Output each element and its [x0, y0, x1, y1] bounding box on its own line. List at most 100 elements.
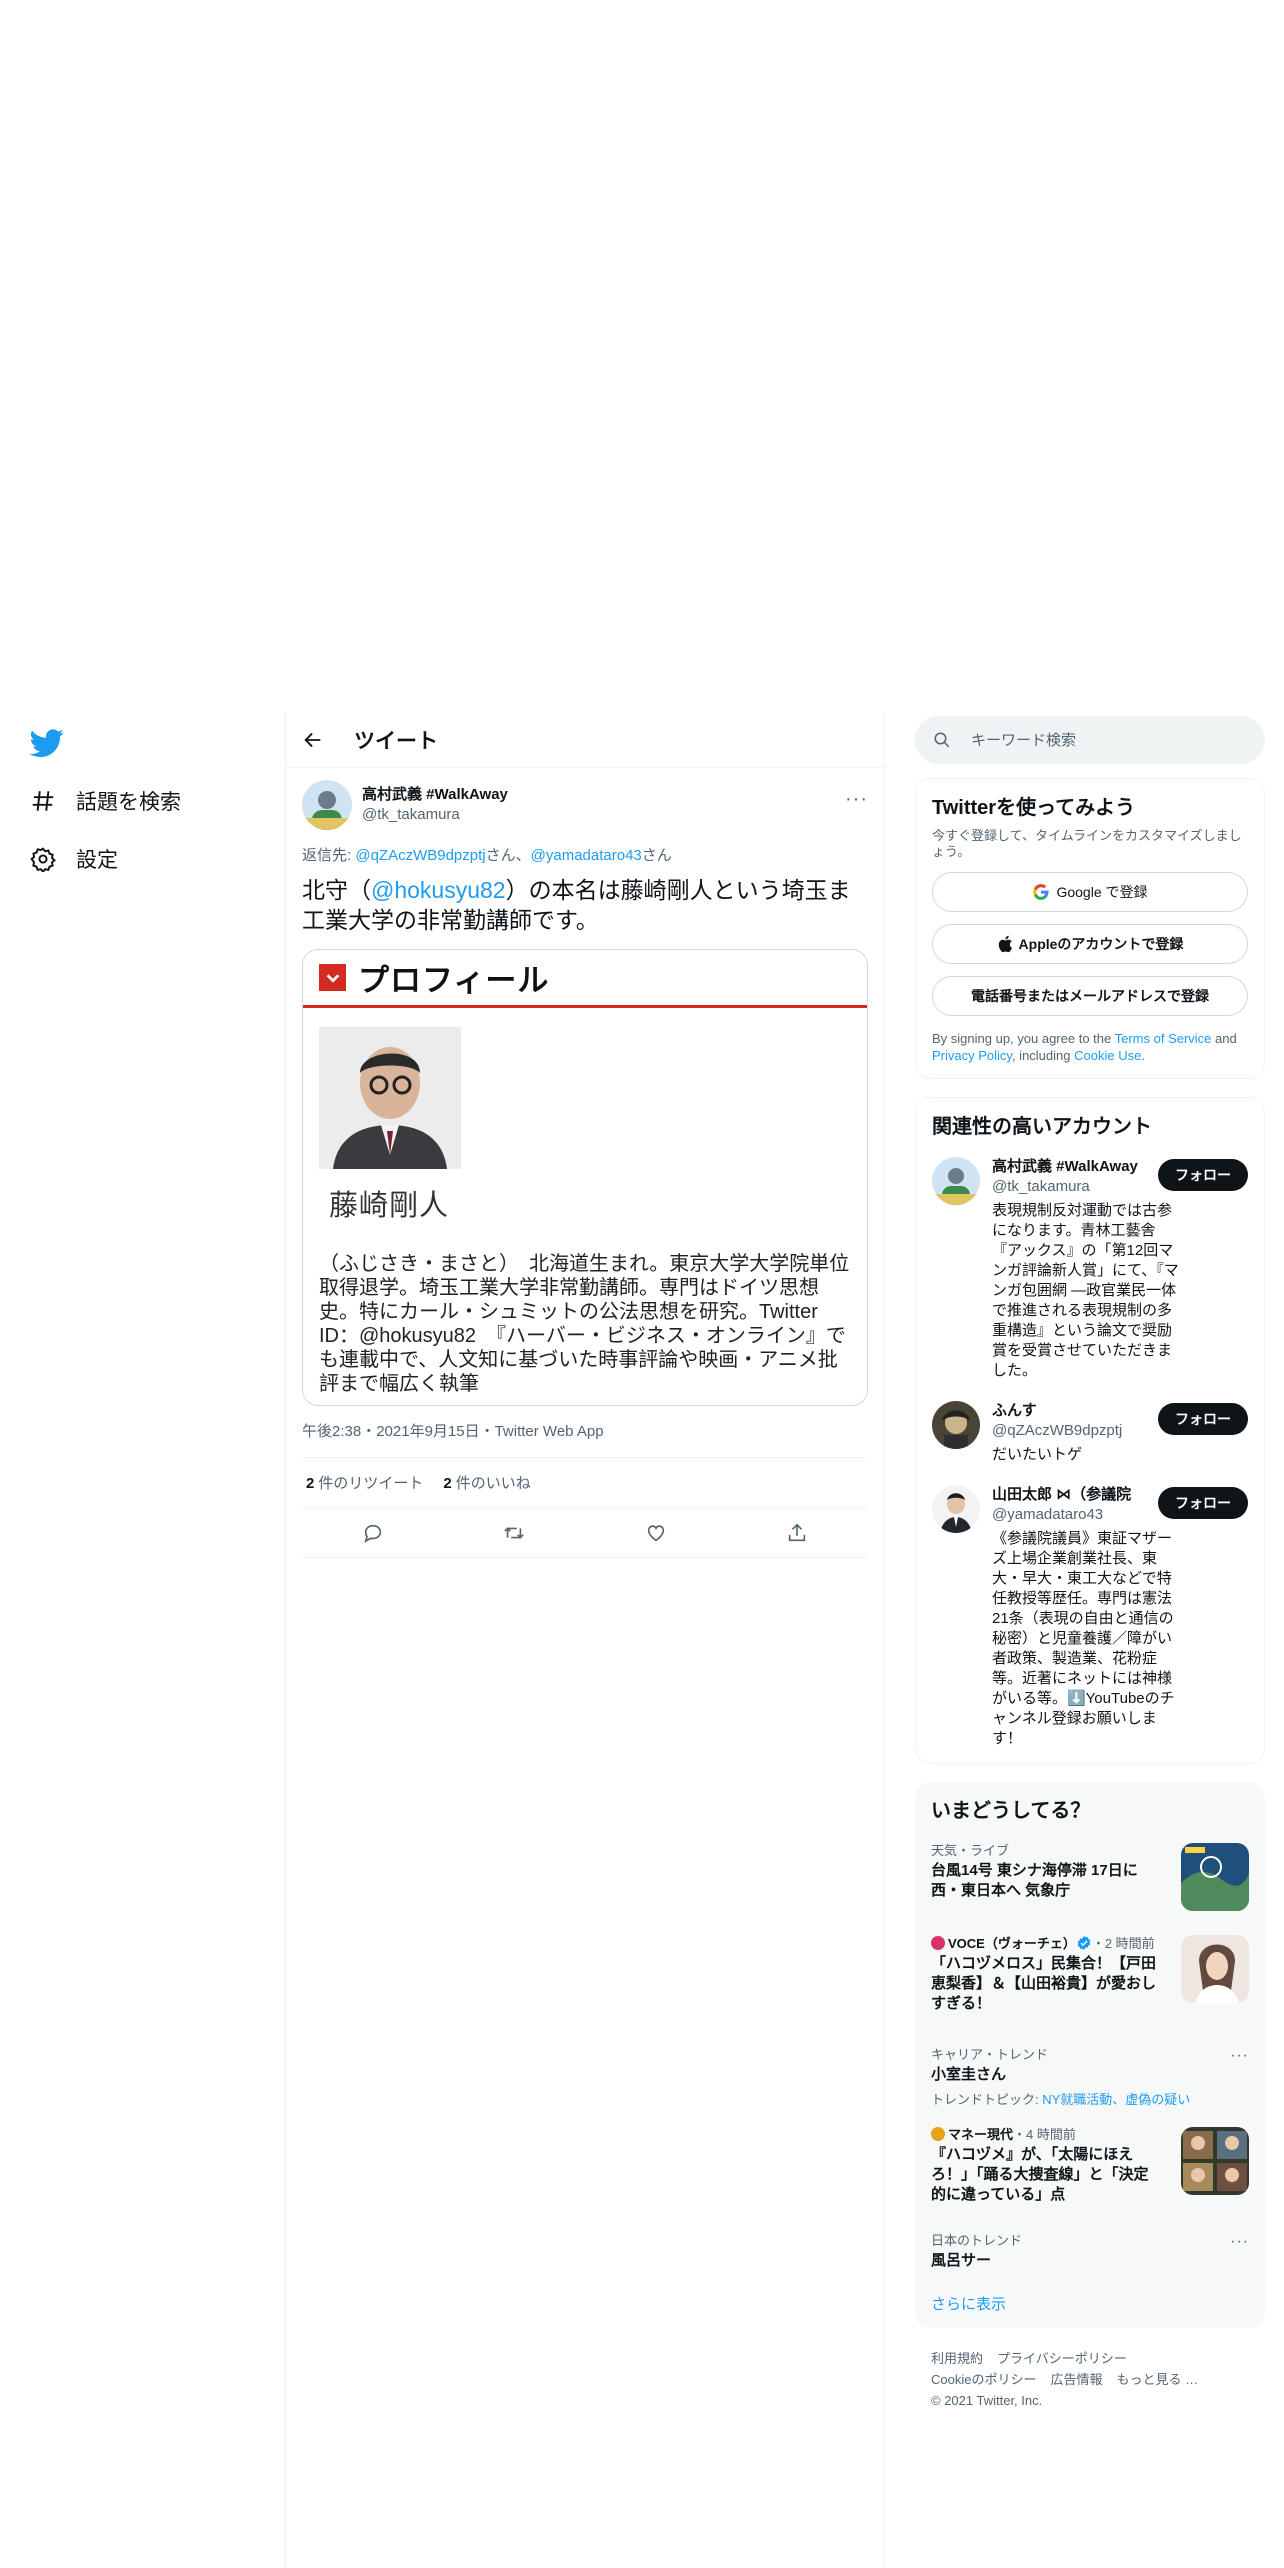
trend-item[interactable]: VOCE（ヴォーチェ） ・2 時間前 「ハコヅメロス」民集合！【戸田恵梨香】＆【山… — [915, 1935, 1265, 2025]
trend-item[interactable]: マネー現代・4 時間前 『ハコヅメ』が、「太陽にほえろ！」「踊る大捜査線」と「決… — [915, 2127, 1265, 2215]
trend-source: マネー現代 — [948, 2127, 1014, 2142]
account-bio: 《参議院議員》東証マザーズ上場企業創業社長、東大・早大・東工大などで特任教授等歴… — [992, 1530, 1175, 1747]
trend-topic-link[interactable]: NY就職活動、虚偽の疑い — [1042, 2092, 1190, 2107]
account-item[interactable]: 山田太郎 ⋈（参議院 @yamadataro43 《参議院議員》東証マザーズ上場… — [932, 1485, 1248, 1749]
account-bio: だいたいトゲ — [992, 1446, 1083, 1463]
account-name: 山田太郎 ⋈（参議院 — [992, 1485, 1182, 1505]
terms-link[interactable]: Terms of Service — [1115, 1031, 1212, 1046]
tweet-actions — [302, 1508, 868, 1558]
follow-button[interactable]: フォロー — [1158, 1487, 1248, 1519]
retweets-stat[interactable]: 2 件のリツイート — [306, 1472, 423, 1493]
nav-explore[interactable]: 話題を検索 — [30, 781, 181, 821]
privacy-link[interactable]: Privacy Policy — [932, 1048, 1012, 1063]
reply-prefix: 返信先: — [302, 847, 356, 864]
account-item[interactable]: 高村武義 #WalkAway @tk_takamura 表現規制反対運動では古参… — [932, 1157, 1248, 1381]
search-input[interactable] — [971, 731, 1231, 749]
footer-ads-link[interactable]: 広告情報 — [1050, 2372, 1102, 2387]
trend-item[interactable]: 天気・ライブ 台風14号 東シナ海停滞 17日に西・東日本へ 気象庁 — [915, 1843, 1265, 1913]
apple-signup-label: Appleのアカウントで登録 — [1018, 936, 1184, 952]
verified-icon — [1076, 1935, 1092, 1951]
tweet-detail: ツイート 高村武義 #WalkAway @tk_takamura ··· 返信先… — [286, 712, 884, 1558]
reply-mention-link[interactable]: @qZAczWB9dpzptj — [355, 847, 485, 864]
trend-topic-prefix: トレンドトピック: — [931, 2092, 1043, 2107]
nav-settings-label: 設定 — [76, 849, 118, 872]
trend-thumbnail — [1181, 1843, 1249, 1911]
signup-panel: Twitterを使ってみよう 今すぐ登録して、タイムラインをカスタマイズしましょ… — [915, 778, 1265, 1079]
trend-time: ・4 時間前 — [1013, 2127, 1076, 2142]
likes-stat[interactable]: 2 件のいいね — [443, 1472, 530, 1493]
apple-signup-button[interactable]: Appleのアカウントで登録 — [932, 924, 1248, 964]
trend-time: ・2 時間前 — [1091, 1936, 1155, 1951]
reply-suffix: さん — [641, 847, 672, 864]
google-signup-label: Google で登録 — [1056, 884, 1148, 900]
trends-panel: いまどうしてる？ 天気・ライブ 台風14号 東シナ海停滞 17日に西・東日本へ … — [915, 1782, 1265, 2328]
footer-more-link[interactable]: もっと見る … — [1116, 2372, 1198, 2387]
copyright: © 2021 Twitter, Inc. — [931, 2393, 1043, 2408]
like-icon[interactable] — [645, 1522, 667, 1544]
mention-link[interactable]: @hokusyu82 — [371, 877, 506, 903]
search-box[interactable] — [915, 716, 1265, 764]
page-header: ツイート — [286, 712, 884, 768]
more-icon[interactable]: ··· — [1230, 2233, 1249, 2251]
footer-terms-link[interactable]: 利用規約 — [931, 2351, 983, 2366]
legal-text: By signing up, you agree to the — [932, 1031, 1115, 1046]
search-icon — [933, 731, 951, 749]
source-logo-icon — [931, 1936, 945, 1950]
google-icon — [1032, 883, 1050, 901]
tweet-image[interactable]: プロフィール 藤崎剛人 （ふじさき・まさと） 北海道生まれ。東京大学大学院単位取… — [302, 949, 868, 1406]
divider — [884, 712, 885, 2568]
google-signup-button[interactable]: Google で登録 — [932, 872, 1248, 912]
more-icon[interactable]: ··· — [845, 788, 868, 811]
reply-mention-link[interactable]: @yamadataro43 — [531, 847, 642, 864]
profile-header: プロフィール — [303, 950, 867, 1008]
tweet: 高村武義 #WalkAway @tk_takamura ··· 返信先: @qZ… — [286, 768, 884, 1558]
legal-text: . — [1141, 1048, 1145, 1063]
trend-thumbnail — [1181, 1935, 1249, 2003]
author-name[interactable]: 高村武義 #WalkAway — [362, 785, 508, 805]
likes-count: 2 — [443, 1475, 452, 1492]
right-sidebar: Twitterを使ってみよう 今すぐ登録して、タイムラインをカスタマイズしましょ… — [915, 716, 1265, 2411]
footer: 利用規約 プライバシーポリシー Cookieのポリシー 広告情報 もっと見る … © … — [915, 2348, 1265, 2411]
trend-item[interactable]: 日本のトレンド 風呂サー ··· — [915, 2233, 1265, 2273]
account-item[interactable]: ふんす @qZAczWB9dpzptj だいたいトゲ フォロー — [932, 1401, 1248, 1465]
more-icon[interactable]: ··· — [1230, 2047, 1249, 2065]
avatar[interactable] — [932, 1485, 980, 1533]
retweet-icon[interactable] — [503, 1522, 525, 1544]
gear-icon — [30, 846, 56, 872]
account-name: ふんす — [992, 1402, 1037, 1419]
reply-icon[interactable] — [362, 1522, 384, 1544]
account-bio: 表現規制反対運動では古参になります。青林工藝舎『アックス』の「第12回マンガ評論… — [992, 1202, 1179, 1379]
cookie-link[interactable]: Cookie Use — [1074, 1048, 1141, 1063]
nav-explore-label: 話題を検索 — [76, 791, 181, 814]
avatar[interactable] — [932, 1401, 980, 1449]
footer-cookie-link[interactable]: Cookieのポリシー — [931, 2372, 1036, 2387]
source-logo-icon — [931, 2127, 945, 2141]
tweet-text: 北守（@hokusyu82）の本名は藤崎剛人という埼玉ま工業大学の非常勤講師です… — [302, 875, 868, 935]
back-arrow-icon[interactable] — [302, 729, 324, 751]
twitter-logo-icon[interactable] — [30, 726, 64, 760]
avatar[interactable] — [932, 1157, 980, 1205]
chevron-down-icon — [319, 964, 346, 991]
account-name-text: 山田太郎 ⋈（参議院 — [992, 1486, 1132, 1503]
reply-to: 返信先: @qZAczWB9dpzptjさん、@yamadataro43さん — [302, 844, 868, 865]
profile-name: 藤崎剛人 — [329, 1190, 450, 1222]
reply-suffix: さん、 — [485, 847, 531, 864]
profile-text: （ふじさき・まさと） 北海道生まれ。東京大学大学院単位取得退学。埼玉工業大学非常… — [319, 1253, 850, 1395]
tweet-stats: 2 件のリツイート 2 件のいいね — [302, 1458, 868, 1508]
trend-item[interactable]: キャリア・トレンド 小室圭さん トレンドトピック: NY就職活動、虚偽の疑い ·… — [915, 2047, 1265, 2107]
share-icon[interactable] — [786, 1522, 808, 1544]
tweet-text-part: 北守（ — [302, 877, 371, 903]
trend-headline: 『ハコヅメ』が、「太陽にほえろ！」「踊る大捜査線」と「決定的に違っている」点 — [931, 2146, 1149, 2203]
trends-title: いまどうしてる？ — [931, 1800, 1091, 1822]
show-more-link[interactable]: さらに表示 — [915, 2293, 1265, 2314]
trend-context: 日本のトレンド — [931, 2233, 1023, 2248]
follow-button[interactable]: フォロー — [1158, 1403, 1248, 1435]
hashtag-icon — [30, 788, 56, 814]
follow-button[interactable]: フォロー — [1158, 1159, 1248, 1191]
phone-signup-button[interactable]: 電話番号またはメールアドレスで登録 — [932, 976, 1248, 1016]
nav-settings[interactable]: 設定 — [30, 839, 118, 879]
tweet-timestamp[interactable]: 午後2:38・2021年9月15日・Twitter Web App — [302, 1420, 868, 1458]
avatar[interactable] — [302, 780, 352, 830]
footer-privacy-link[interactable]: プライバシーポリシー — [997, 2351, 1127, 2366]
author-handle[interactable]: @tk_takamura — [362, 805, 508, 825]
